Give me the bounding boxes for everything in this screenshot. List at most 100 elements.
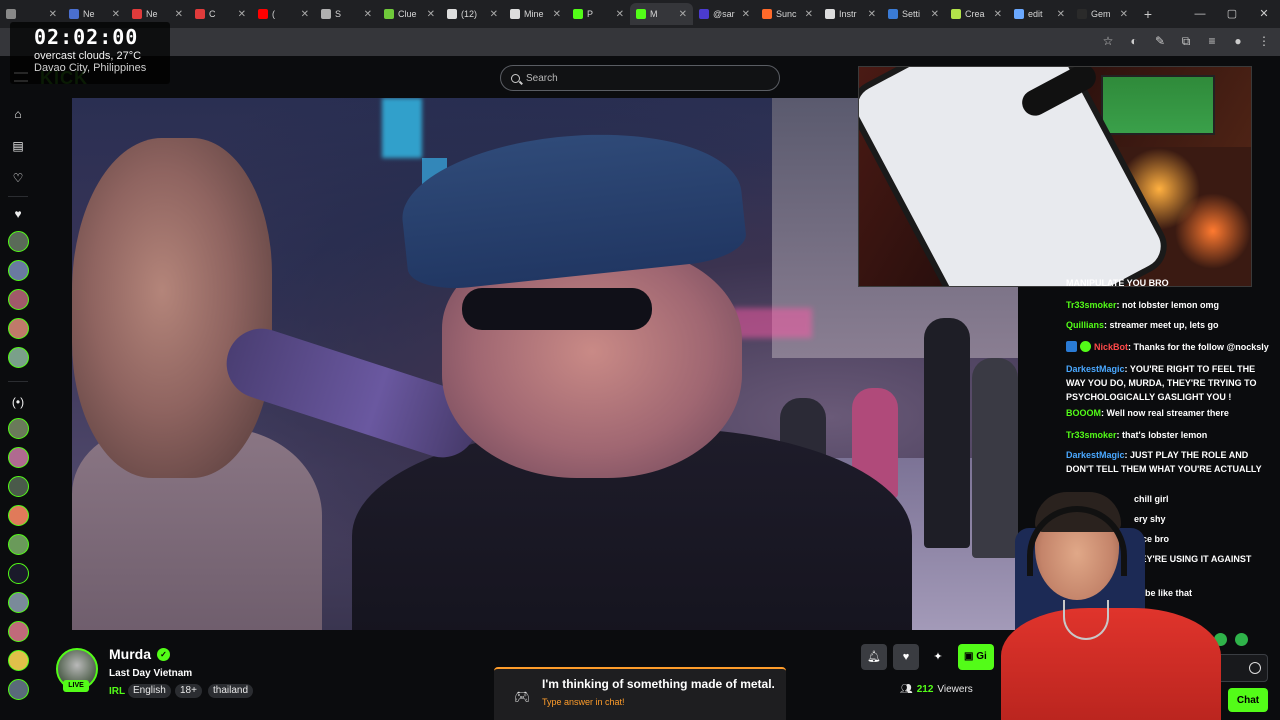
chat-username[interactable]: Tr33smoker	[1066, 300, 1117, 310]
browser-tab[interactable]: Gem ✕	[1071, 3, 1134, 25]
tab-close-icon[interactable]: ✕	[427, 9, 435, 20]
profile-avatar[interactable]: ●	[1230, 33, 1246, 49]
recommended-channel-avatar[interactable]	[8, 679, 29, 700]
tab-close-icon[interactable]: ✕	[805, 9, 813, 20]
browser-tab[interactable]: (12) ✕	[441, 3, 504, 25]
chat-username[interactable]: Quillians	[1066, 320, 1104, 330]
recommended-channel-avatar[interactable]	[8, 621, 29, 642]
recommended-channel-avatar[interactable]	[8, 418, 29, 439]
recommended-channel-avatar[interactable]	[8, 650, 29, 671]
recommended-channel-avatar[interactable]	[8, 563, 29, 584]
chat-send-button[interactable]: Chat	[1228, 688, 1268, 712]
gift-subs-button[interactable]: ▣ Gi	[958, 644, 994, 670]
tab-close-icon[interactable]: ✕	[931, 9, 939, 20]
recommended-channel-avatar[interactable]	[8, 592, 29, 613]
tab-close-icon[interactable]: ✕	[49, 9, 57, 20]
recommended-channel-avatar[interactable]	[8, 476, 29, 497]
browser-tab[interactable]: Mine ✕	[504, 3, 567, 25]
emote-icon[interactable]	[1235, 633, 1248, 646]
follow-heart-button[interactable]: ♥	[893, 644, 919, 670]
browser-tab[interactable]: S ✕	[315, 3, 378, 25]
browser-tab[interactable]: Clue ✕	[378, 3, 441, 25]
browser-tab[interactable]: P ✕	[567, 3, 630, 25]
following-heart-icon[interactable]: ♡	[10, 170, 26, 186]
bookmark-star-icon[interactable]: ☆	[1100, 33, 1116, 49]
notification-bell-button[interactable]: 🔔︎	[861, 644, 887, 670]
left-sidebar: ⌂ ▤ ♡ ♥ (•)	[0, 96, 36, 720]
tab-favicon	[510, 9, 520, 19]
browser-tab[interactable]: (✕	[252, 3, 315, 25]
pip-tv-screen	[1101, 75, 1215, 135]
viewer-count: 👥︎ 212 Viewers	[900, 684, 973, 695]
emoji-picker-icon[interactable]	[1249, 662, 1261, 674]
tab-close-icon[interactable]: ✕	[994, 9, 1002, 20]
clock-overlay: 02:02:00 overcast clouds, 27°C Davao Cit…	[10, 22, 170, 84]
tab-title: Mine	[524, 9, 544, 19]
clock-location: Davao City, Philippines	[34, 62, 147, 74]
browser-tab[interactable]: M ✕	[630, 3, 693, 25]
browser-tab[interactable]: Sunc ✕	[756, 3, 819, 25]
stream-tag[interactable]: 18+	[175, 684, 202, 698]
home-icon[interactable]: ⌂	[10, 106, 26, 122]
stream-tag[interactable]: thailand	[208, 684, 254, 698]
followed-channel-avatar[interactable]	[8, 347, 29, 368]
chat-username[interactable]: DarkestMagic	[1066, 364, 1125, 374]
tab-close-icon[interactable]: ✕	[238, 9, 246, 20]
video-neon-sign	[732, 308, 812, 338]
followed-channel-avatar[interactable]	[8, 260, 29, 281]
sparkle-icon[interactable]: ✦	[925, 644, 951, 670]
tab-close-icon[interactable]: ✕	[112, 9, 120, 20]
tab-title: (12)	[461, 9, 478, 19]
pen-icon[interactable]: ✎	[1152, 33, 1168, 49]
tab-title: (	[272, 9, 275, 19]
chat-username[interactable]: Tr33smoker	[1066, 430, 1117, 440]
chat-username[interactable]: DarkestMagic	[1066, 450, 1125, 460]
followed-channel-avatar[interactable]	[8, 289, 29, 310]
new-tab-button[interactable]: +	[1138, 6, 1158, 22]
followed-channel-avatar[interactable]	[8, 231, 29, 252]
pip-phone-camera	[858, 66, 1252, 287]
guess-game-widget: 🎮︎ I'm thinking of something made of met…	[494, 667, 786, 720]
recommended-channel-avatar[interactable]	[8, 505, 29, 526]
minimize-button[interactable]: —	[1184, 0, 1216, 28]
browser-tab[interactable]: Crea ✕	[945, 3, 1008, 25]
tab-close-icon[interactable]: ✕	[553, 9, 561, 20]
tab-title: Ne	[146, 9, 158, 19]
tab-close-icon[interactable]: ✕	[868, 9, 876, 20]
puzzle-icon[interactable]: ⧉	[1178, 33, 1194, 49]
tab-close-icon[interactable]: ✕	[490, 9, 498, 20]
media-icon[interactable]: ≡	[1204, 33, 1220, 49]
extension-icon[interactable]: ◐	[1126, 33, 1142, 49]
stream-category[interactable]: IRL	[109, 686, 125, 697]
video-pedestrian	[924, 318, 970, 548]
browser-tab[interactable]: edit ✕	[1008, 3, 1071, 25]
tab-close-icon[interactable]: ✕	[1120, 9, 1128, 20]
stream-tag[interactable]: English	[128, 684, 171, 698]
search-input[interactable]	[526, 72, 766, 84]
browser-tab[interactable]: Setti ✕	[882, 3, 945, 25]
tab-close-icon[interactable]: ✕	[679, 9, 687, 20]
browser-menu-icon[interactable]: ⋮	[1256, 33, 1272, 49]
browser-tab[interactable]: @sar ✕	[693, 3, 756, 25]
tab-close-icon[interactable]: ✕	[742, 9, 750, 20]
followed-channel-avatar[interactable]	[8, 318, 29, 339]
tab-title: Crea	[965, 9, 985, 19]
search-bar[interactable]	[500, 65, 780, 91]
tab-favicon	[6, 9, 16, 19]
browser-tab[interactable]: Instr ✕	[819, 3, 882, 25]
video-neon-sign	[382, 98, 422, 158]
recommended-channel-avatar[interactable]	[8, 447, 29, 468]
tab-close-icon[interactable]: ✕	[364, 9, 372, 20]
tab-close-icon[interactable]: ✕	[616, 9, 624, 20]
maximize-button[interactable]: ▢	[1216, 0, 1248, 28]
tab-close-icon[interactable]: ✕	[301, 9, 309, 20]
tab-close-icon[interactable]: ✕	[175, 9, 183, 20]
browser-tab[interactable]: C ✕	[189, 3, 252, 25]
tab-close-icon[interactable]: ✕	[1057, 9, 1065, 20]
chat-username[interactable]: BOOOM	[1066, 408, 1101, 418]
streamer-name[interactable]: Murda	[109, 646, 151, 662]
chat-username[interactable]: NickBot	[1094, 342, 1128, 352]
browse-icon[interactable]: ▤	[10, 138, 26, 154]
close-window-button[interactable]: ✕	[1248, 0, 1280, 28]
recommended-channel-avatar[interactable]	[8, 534, 29, 555]
